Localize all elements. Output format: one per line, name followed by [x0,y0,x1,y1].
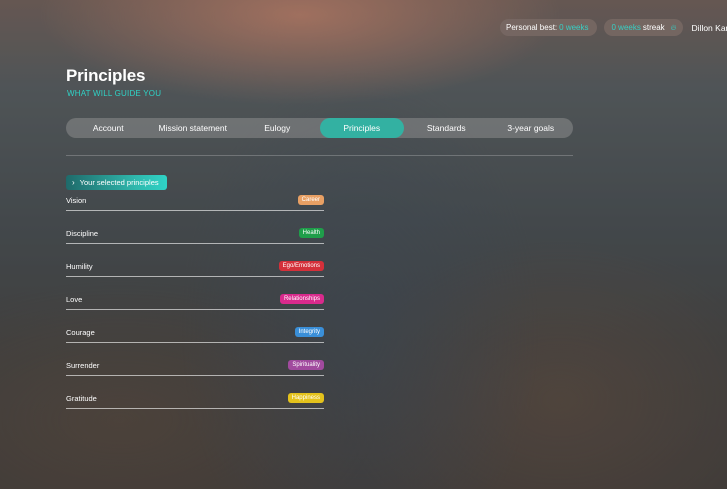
top-bar: Personal best: 0 weeks 0 weeks streak 🔥︎… [500,19,727,36]
selected-principles-toggle[interactable]: › Your selected principles [66,175,167,190]
row-underline [66,342,324,343]
category-badge: Relationships [279,294,324,304]
streak-value: 0 weeks [611,23,641,32]
tab-bar: Account Mission statement Eulogy Princip… [66,118,573,138]
row-underline [66,243,324,244]
category-badge: Ego/Emotions [278,261,324,271]
list-item[interactable]: Love Relationships [66,292,324,325]
page-subtitle: WHAT WILL GUIDE YOU [67,89,162,98]
list-item[interactable]: Gratitude Happiness [66,391,324,424]
category-badge: Integrity [294,327,324,337]
category-badge: Happiness [287,393,324,403]
row-underline [66,309,324,310]
flame-icon: 🔥︎ [670,22,677,32]
chevron-right-icon: › [72,178,75,187]
personal-best-label: Personal best: [506,23,558,32]
principles-list: Vision Career Discipline Health Humility… [66,193,324,424]
principle-name: Courage [66,328,95,337]
row-underline [66,375,324,376]
tab-account[interactable]: Account [66,118,151,138]
principle-name: Humility [66,262,93,271]
divider [66,155,573,156]
list-item[interactable]: Discipline Health [66,226,324,259]
streak-label: streak [642,23,665,32]
row-underline [66,276,324,277]
tab-eulogy[interactable]: Eulogy [235,118,320,138]
principle-name: Gratitude [66,394,97,403]
category-badge: Spirituality [288,360,324,370]
principle-name: Surrender [66,361,100,370]
principle-name: Vision [66,196,87,205]
list-item[interactable]: Courage Integrity [66,325,324,358]
principle-name: Love [66,295,83,304]
row-underline [66,210,324,211]
list-item[interactable]: Surrender Spirituality [66,358,324,391]
user-name[interactable]: Dillon Kanner [692,23,727,33]
streak-badge: 0 weeks streak 🔥︎ [603,19,683,36]
personal-best-badge: Personal best: 0 weeks [500,19,597,36]
tab-mission-statement[interactable]: Mission statement [151,118,236,138]
category-badge: Health [298,228,324,238]
page-title: Principles [66,66,146,85]
tab-principles[interactable]: Principles [319,118,404,138]
section-label: Your selected principles [79,178,159,187]
personal-best-value: 0 weeks [559,23,589,32]
list-item[interactable]: Humility Ego/Emotions [66,259,324,292]
row-underline [66,408,324,409]
list-item[interactable]: Vision Career [66,193,324,226]
tab-standards[interactable]: Standards [404,118,489,138]
category-badge: Career [297,195,324,205]
tab-3-year-goals[interactable]: 3-year goals [489,118,574,138]
principle-name: Discipline [66,229,99,238]
